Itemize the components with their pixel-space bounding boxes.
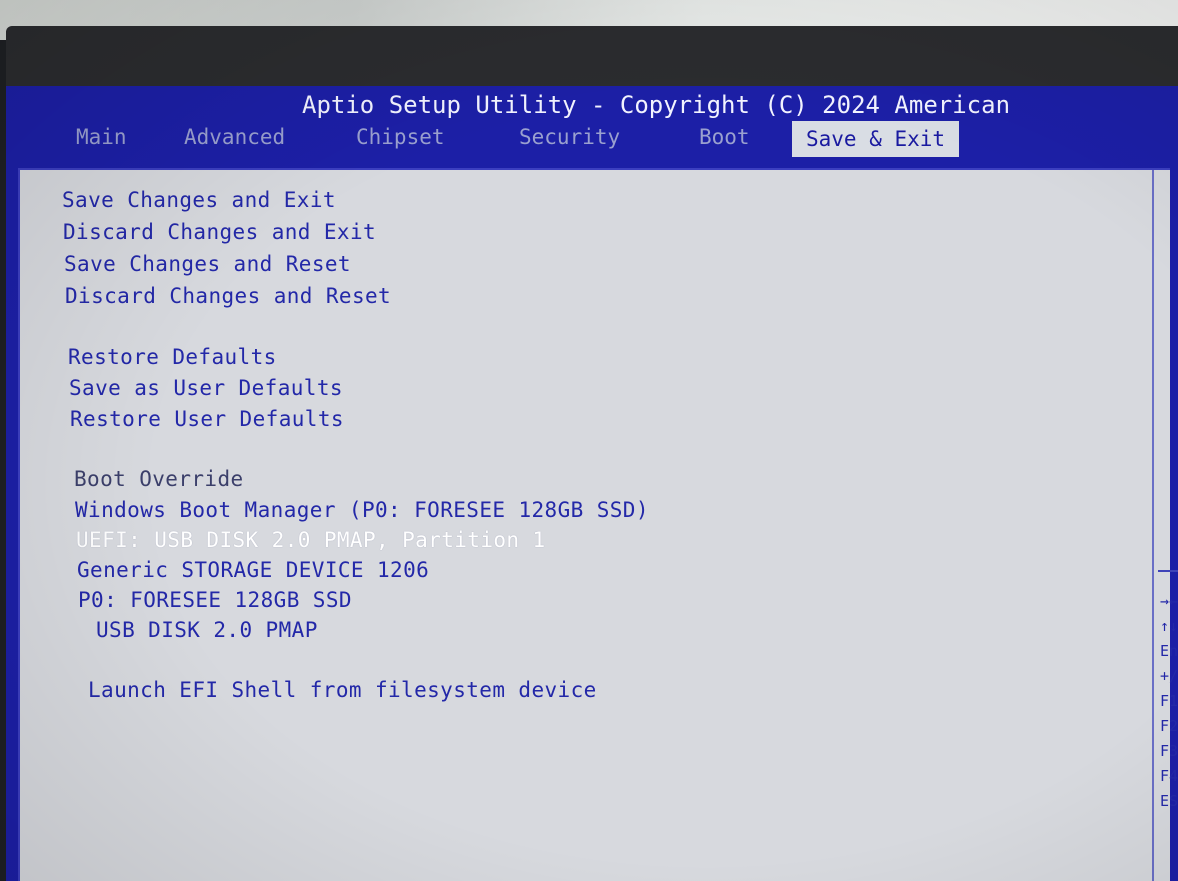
tab-save-exit[interactable]: Save & Exit — [792, 121, 960, 157]
boot-option-windows-boot-manager[interactable]: Windows Boot Manager (P0: FORESEE 128GB … — [75, 498, 649, 522]
help-key-f4: F4: — [1160, 767, 1178, 785]
tab-boot[interactable]: Boot — [699, 120, 750, 154]
boot-override-header: Boot Override — [74, 467, 244, 491]
title-bar: Aptio Setup Utility - Copyright (C) 2024… — [6, 86, 1178, 120]
tab-chipset[interactable]: Chipset — [356, 120, 445, 154]
save-changes-reset-item[interactable]: Save Changes and Reset — [64, 252, 351, 276]
tab-main[interactable]: Main — [76, 120, 127, 154]
discard-changes-reset-item[interactable]: Discard Changes and Reset — [65, 284, 391, 308]
restore-user-defaults-item[interactable]: Restore User Defaults — [70, 407, 344, 431]
help-key-f2: F2: — [1160, 717, 1178, 735]
help-key-esc: ESC — [1160, 792, 1178, 810]
bios-screen: Aptio Setup Utility - Copyright (C) 2024… — [6, 86, 1178, 881]
help-key-change-opt: +/ — [1160, 667, 1178, 685]
help-key-enter: En — [1160, 642, 1178, 660]
help-key-f1: F1 — [1160, 692, 1178, 710]
save-changes-exit-item[interactable]: Save Changes and Exit — [62, 188, 336, 212]
save-user-defaults-item[interactable]: Save as User Defaults — [69, 376, 343, 400]
discard-changes-exit-item[interactable]: Discard Changes and Exit — [63, 220, 376, 244]
boot-option-uefi-usb-disk[interactable]: UEFI: USB DISK 2.0 PMAP, Partition 1 — [76, 528, 546, 552]
tab-advanced[interactable]: Advanced — [184, 120, 285, 154]
restore-defaults-item[interactable]: Restore Defaults — [68, 345, 277, 369]
boot-option-generic-storage[interactable]: Generic STORAGE DEVICE 1206 — [77, 558, 429, 582]
boot-option-p0-foresee[interactable]: P0: FORESEE 128GB SSD — [78, 588, 352, 612]
help-key-f3: F3: — [1160, 742, 1178, 760]
save-exit-panel: Save Changes and Exit Discard Changes an… — [18, 168, 1178, 881]
launch-efi-shell-item[interactable]: Launch EFI Shell from filesystem device — [88, 678, 597, 702]
utility-title: Aptio Setup Utility - Copyright (C) 2024… — [302, 91, 1011, 119]
boot-option-usb-disk[interactable]: USB DISK 2.0 PMAP — [96, 618, 318, 642]
help-key-select-item: ↑↓ — [1160, 617, 1178, 635]
tab-security[interactable]: Security — [519, 120, 620, 154]
help-divider-line — [1152, 170, 1154, 881]
help-column: →← ↑↓ En +/ F1 F2: F3: F4: ESC — [1158, 170, 1178, 881]
help-separator — [1158, 570, 1178, 572]
help-key-select-screen: →← — [1160, 592, 1178, 610]
tab-bar: Main Advanced Chipset Security Boot Save… — [6, 120, 1178, 157]
